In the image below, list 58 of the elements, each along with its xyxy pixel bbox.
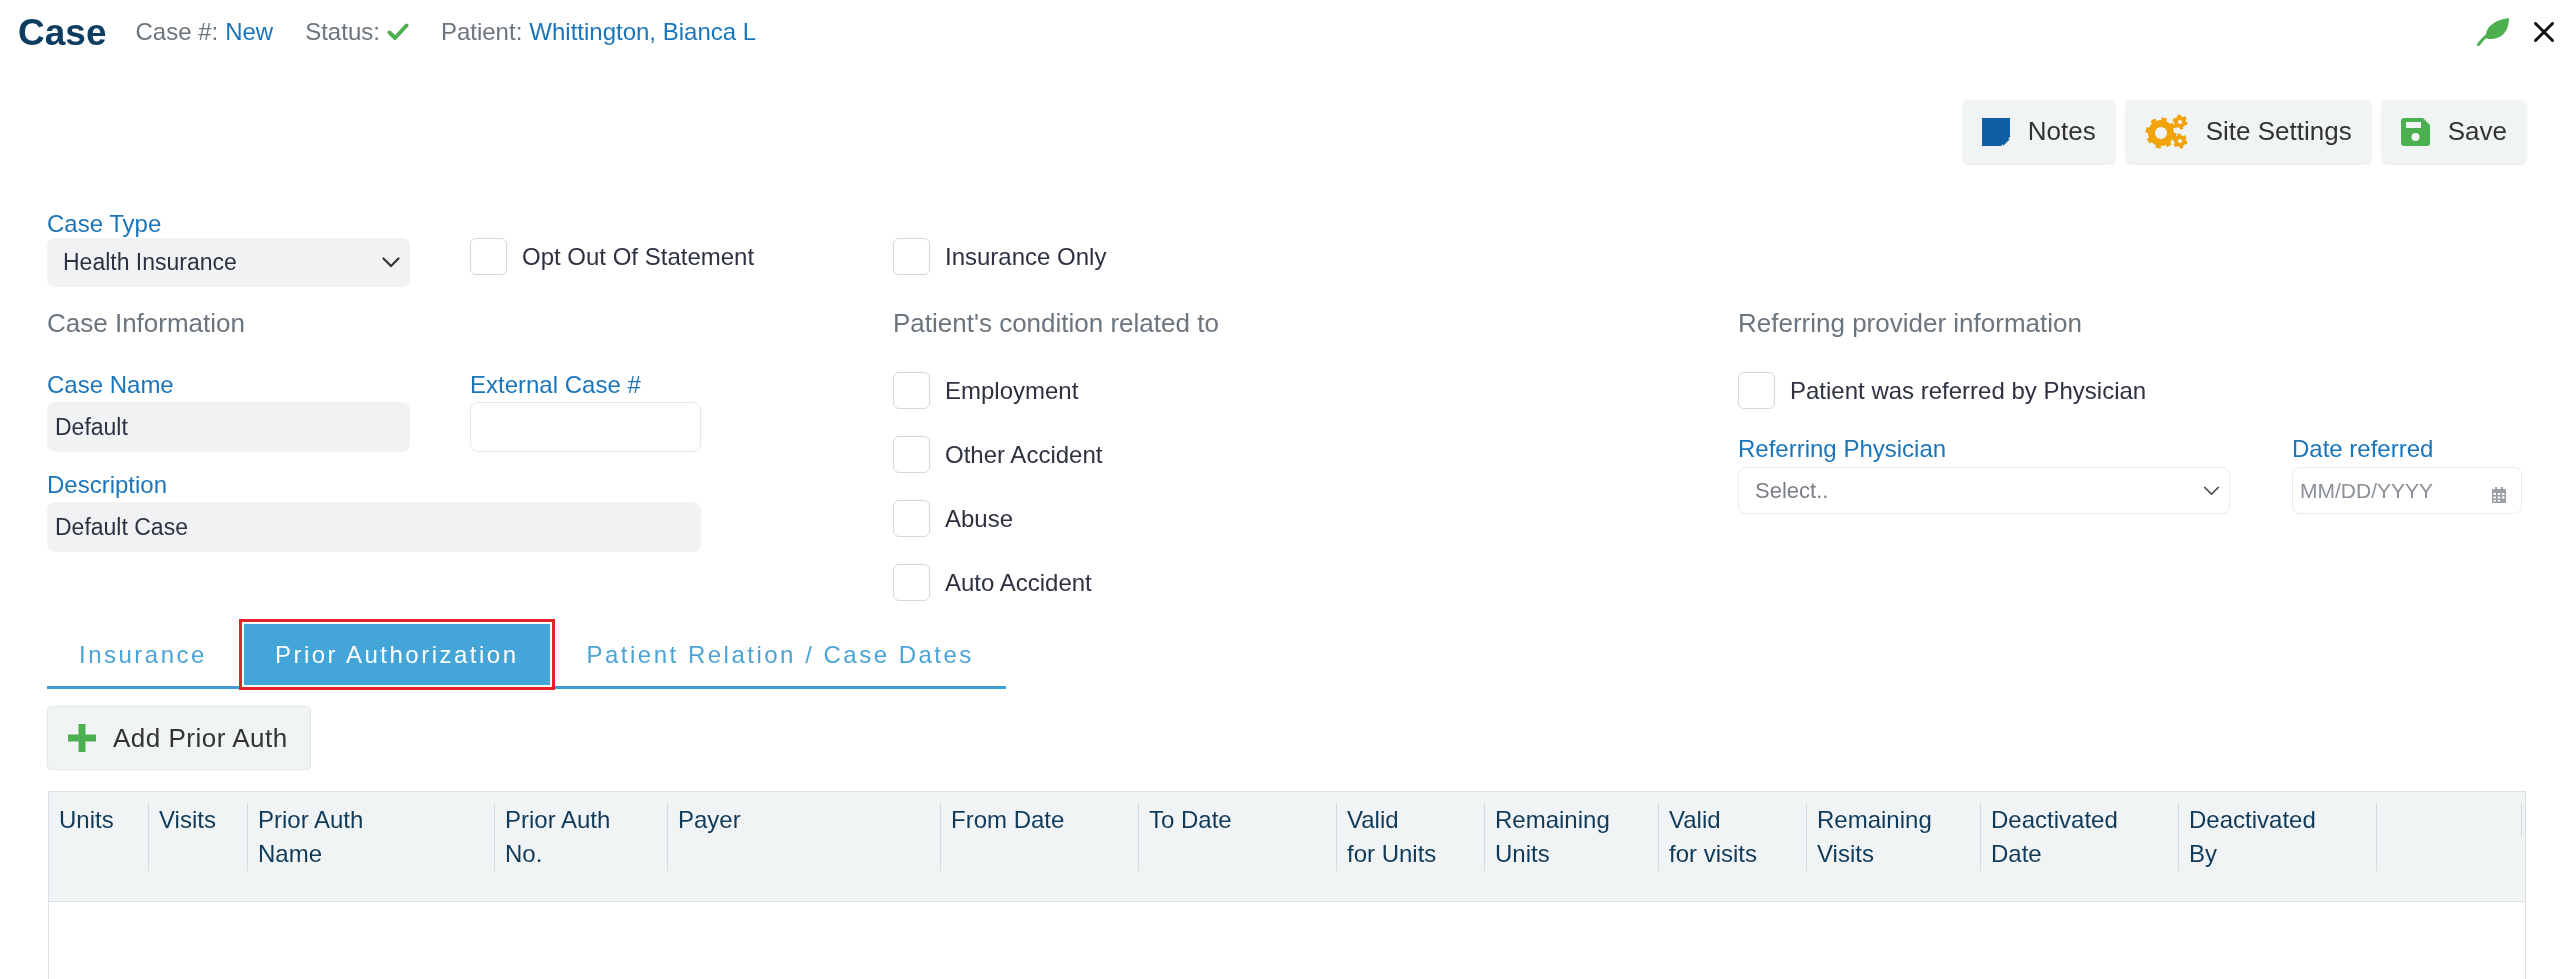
column-header[interactable]: Remaining Visits: [1806, 803, 1980, 871]
site-settings-button[interactable]: Site Settings: [2125, 100, 2371, 163]
calendar-icon: [2492, 487, 2506, 503]
field-label: Patient:: [440, 17, 523, 47]
leaf-icon: [2477, 18, 2509, 46]
column-header[interactable]: Deactivated Date: [1980, 803, 2178, 871]
date-field[interactable]: MM/DD/YYYY: [2292, 467, 2522, 514]
section-heading: Patient's condition related to: [893, 308, 1220, 338]
checkbox[interactable]: [893, 564, 930, 601]
checkbox[interactable]: [893, 372, 930, 409]
section-heading: Case Information: [47, 308, 246, 338]
text-field[interactable]: [470, 402, 701, 452]
section-heading: Referring provider information: [1738, 308, 2083, 338]
checkbox-label: Abuse: [945, 503, 1014, 534]
field-label: Case Type: [47, 210, 163, 238]
column-header[interactable]: To Date: [1138, 803, 1336, 871]
column-header[interactable]: Valid for Units: [1336, 803, 1484, 871]
physician-select[interactable]: Select..: [1738, 467, 2230, 514]
checkbox[interactable]: [470, 238, 507, 275]
note-icon: [1981, 117, 2010, 146]
column-header[interactable]: Remaining Units: [1484, 803, 1658, 871]
column-header[interactable]: Payer: [667, 803, 940, 871]
chevron-down-icon: [2203, 485, 2220, 496]
field-label: Date referred: [2292, 435, 2435, 463]
checkbox[interactable]: [893, 436, 930, 473]
field-value: New: [225, 17, 274, 47]
notes-button[interactable]: Notes: [1962, 100, 2115, 163]
column-header[interactable]: Prior Auth No.: [494, 803, 667, 871]
field-value: Whittington, Bianca L: [529, 17, 757, 47]
checkbox-label: Auto Accident: [945, 567, 1092, 598]
column-header[interactable]: Valid for visits: [1658, 803, 1806, 871]
column-header[interactable]: Units: [49, 803, 148, 871]
plus-icon: [68, 724, 96, 752]
add-prior-auth-button[interactable]: Add Prior Auth: [47, 706, 311, 770]
check-icon: [386, 23, 409, 41]
field-label: Status:: [305, 17, 380, 47]
checkbox-label: Insurance Only: [945, 241, 1107, 272]
page-title: Case: [18, 13, 107, 51]
checkbox[interactable]: [893, 500, 930, 537]
chevron-down-icon: [382, 257, 400, 268]
column-header[interactable]: Visits: [148, 803, 247, 871]
column-header[interactable]: Deactivated By: [2178, 803, 2376, 871]
checkbox[interactable]: [893, 238, 930, 275]
field-label: Case #:: [135, 17, 219, 47]
field-label: External Case #: [470, 371, 642, 399]
checkbox-label: Employment: [945, 375, 1079, 406]
checkbox-label: Opt Out Of Statement: [522, 241, 755, 272]
field-label: Referring Physician: [1738, 435, 1948, 463]
column-header[interactable]: Prior Auth Name: [247, 803, 494, 871]
checkbox[interactable]: [1738, 372, 1775, 409]
column-header[interactable]: From Date: [940, 803, 1138, 871]
gears-icon: [2144, 114, 2188, 149]
close-icon[interactable]: [2534, 22, 2554, 42]
field-label: Case Name: [47, 371, 175, 399]
save-button[interactable]: Save: [2381, 100, 2526, 163]
checkbox-label: Patient was referred by Physician: [1790, 375, 2147, 406]
field-label: Description: [47, 471, 169, 499]
checkbox-label: Other Accident: [945, 439, 1103, 470]
